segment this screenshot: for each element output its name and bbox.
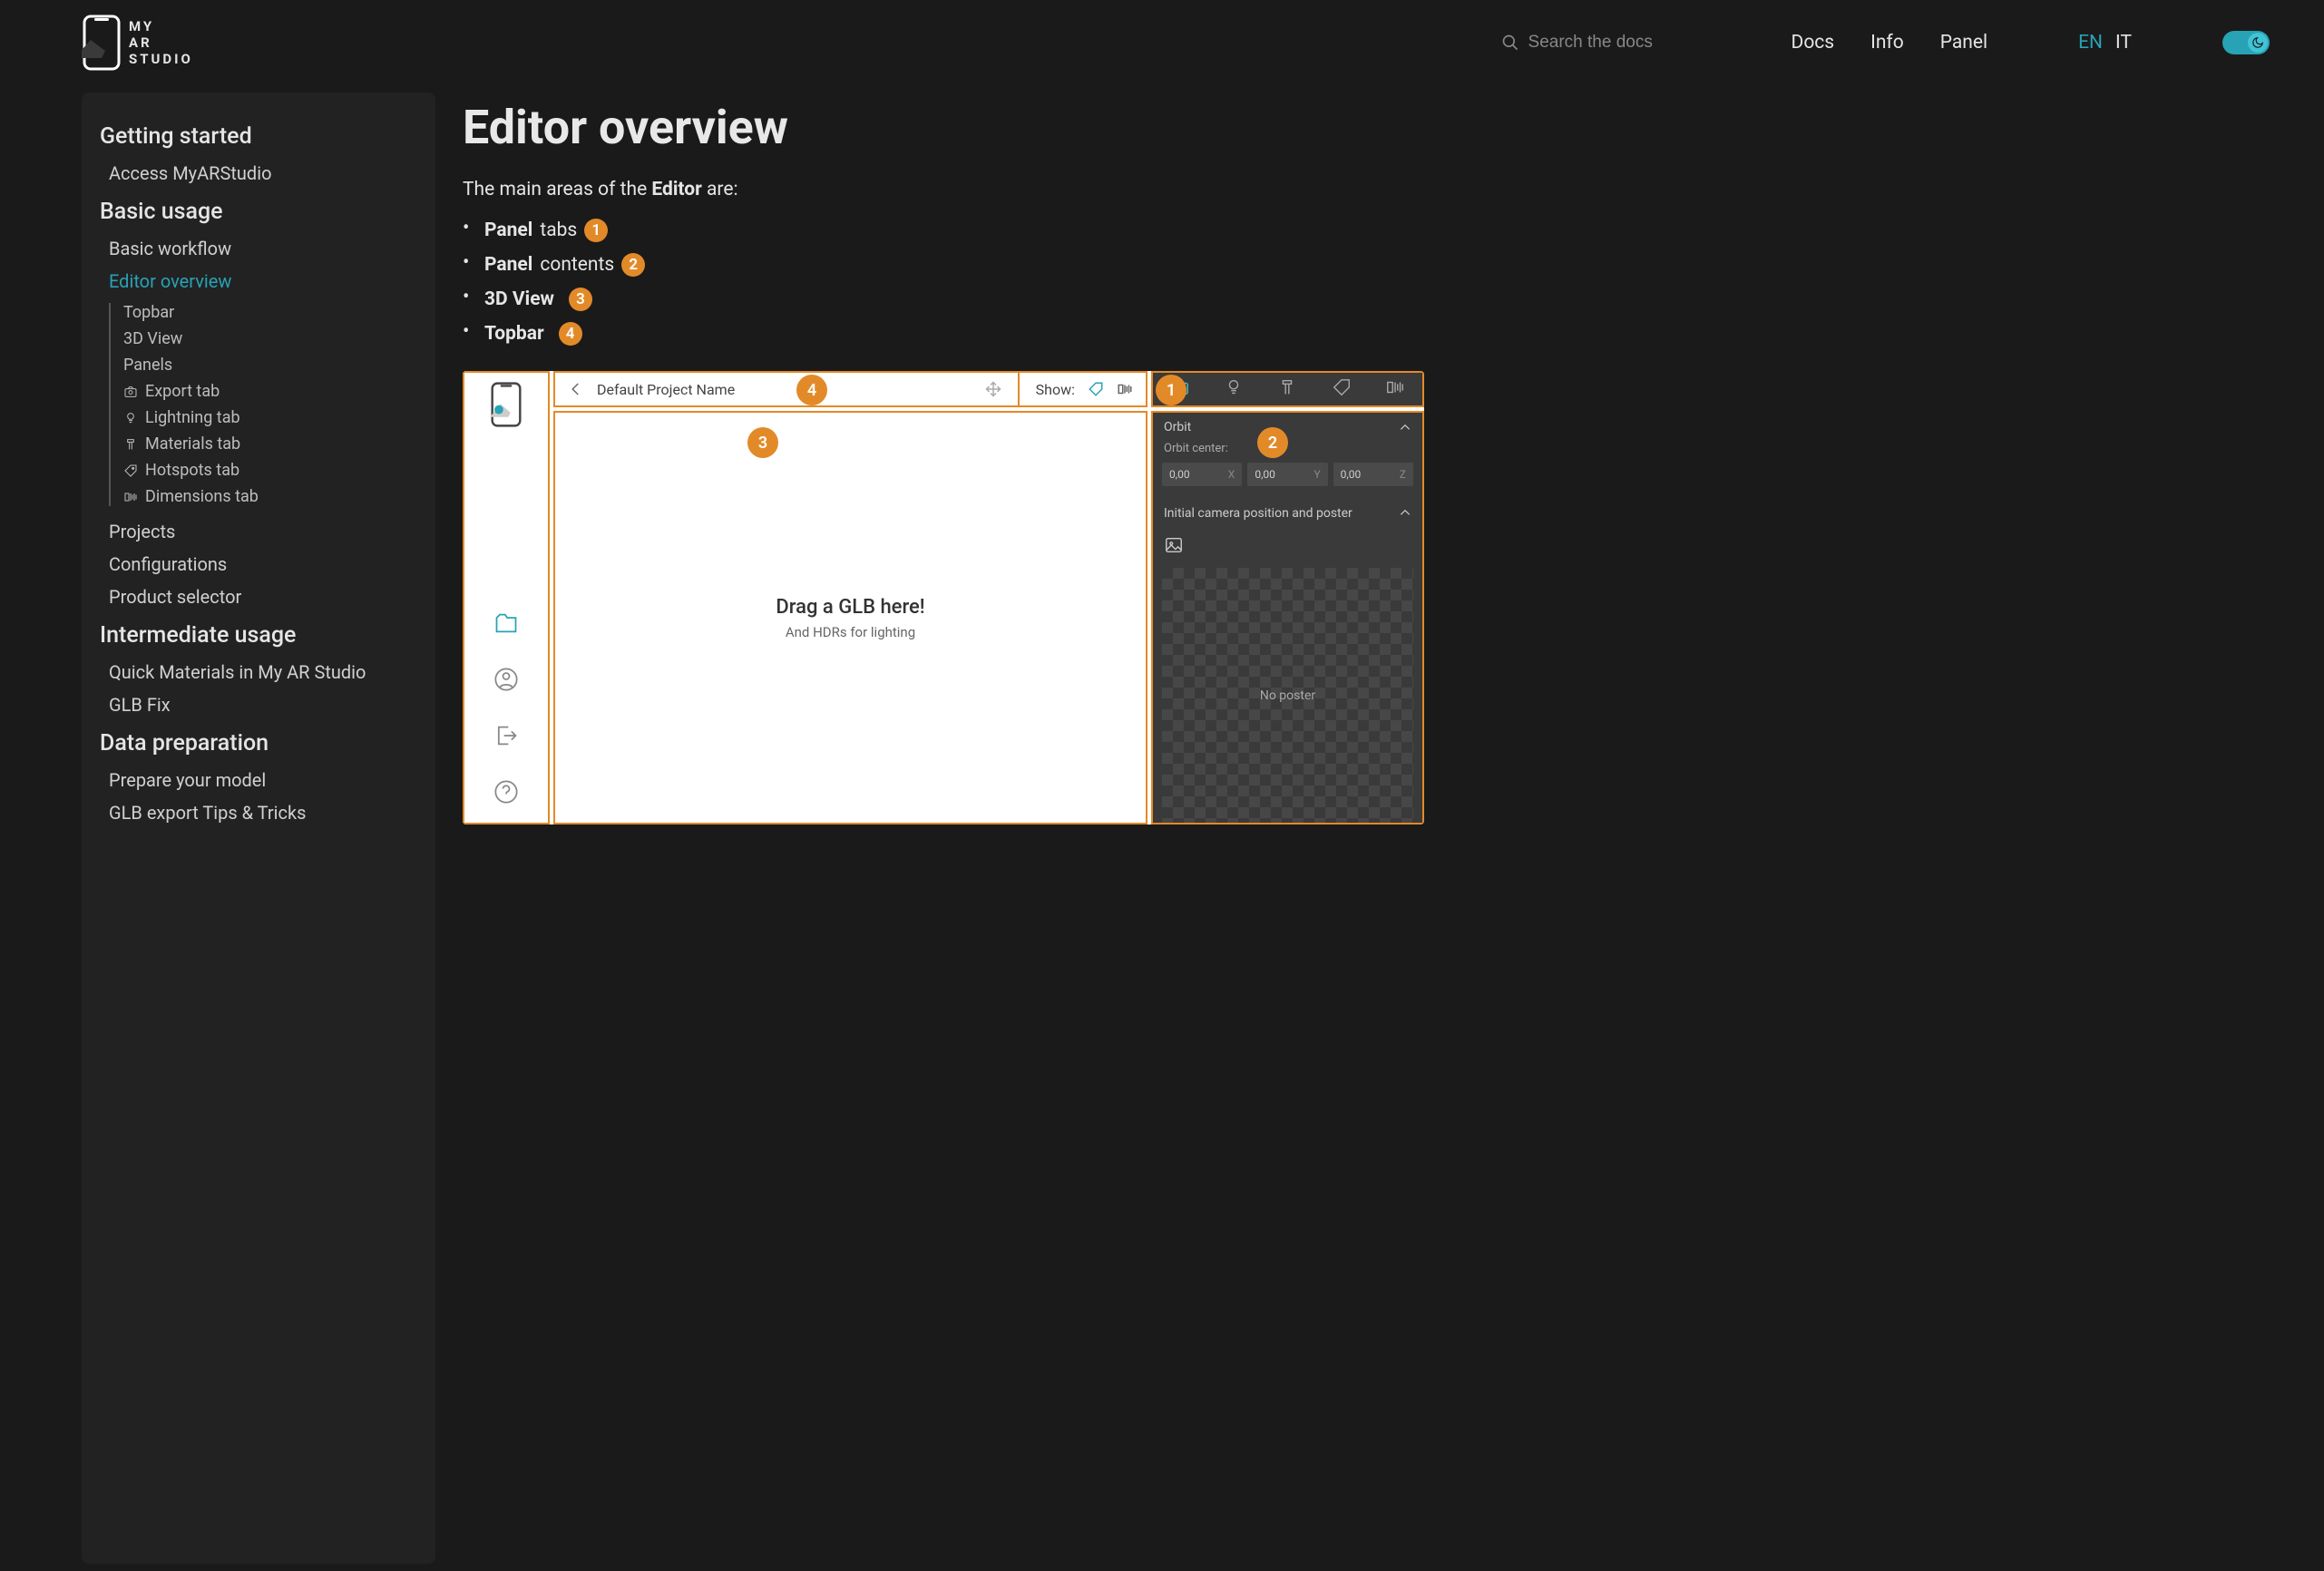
mock-3d-view: Drag a GLB here! And HDRs for lighting (553, 411, 1147, 825)
mock-logo-icon (490, 382, 522, 431)
sidebar-item-prepare-model[interactable]: Prepare your model (100, 764, 417, 796)
mock-orbit-header: Orbit (1153, 413, 1422, 442)
mock-drag-text: Drag a GLB here! (776, 596, 924, 619)
search-input[interactable] (1528, 33, 1710, 53)
badge-2: 2 (621, 253, 645, 277)
ruler-icon (1117, 381, 1133, 397)
theme-toggle[interactable] (2222, 31, 2270, 54)
brush-icon (123, 437, 138, 452)
mock-topbar: Default Project Name Show: (553, 371, 1147, 407)
help-icon (493, 779, 519, 805)
badge-1: 1 (584, 219, 608, 242)
search[interactable] (1501, 33, 1710, 53)
sidebar-item-editor-overview[interactable]: Editor overview (100, 265, 417, 298)
mock-field-x: 0,00X (1162, 463, 1242, 486)
sidebar-sub-panels[interactable]: Panels (123, 356, 417, 375)
sidebar-sub-dimensions[interactable]: Dimensions tab (123, 487, 417, 506)
camera-icon (123, 385, 138, 399)
sidebar-sub-3dview[interactable]: 3D View (123, 329, 417, 348)
mock-drag-subtext: And HDRs for lighting (786, 624, 915, 640)
nav-docs[interactable]: Docs (1792, 32, 1835, 54)
sidebar-item-glb-tips[interactable]: GLB export Tips & Tricks (100, 796, 417, 829)
sidebar-item-configurations[interactable]: Configurations (100, 548, 417, 581)
chevron-up-icon (1399, 506, 1411, 519)
sidebar-sub-hotspots[interactable]: Hotspots tab (123, 461, 417, 480)
sidebar-sub-export[interactable]: Export tab (123, 382, 417, 401)
app-topbar: MY AR STUDIO Docs Info Panel EN IT (0, 0, 2324, 85)
sidebar-item-projects[interactable]: Projects (100, 515, 417, 548)
chevron-left-icon (568, 381, 584, 397)
bulb-icon (123, 411, 138, 425)
sidebar-sub-lightning[interactable]: Lightning tab (123, 408, 417, 427)
sidebar-item-access[interactable]: Access MyARStudio (100, 157, 417, 190)
lang-it[interactable]: IT (2115, 32, 2132, 54)
sidebar-sub-materials[interactable]: Materials tab (123, 434, 417, 454)
logo-icon (82, 15, 122, 71)
mock-project-name: Default Project Name (597, 381, 972, 398)
language-switch: EN IT (2078, 32, 2132, 54)
sidebar-section-basic[interactable]: Basic usage (100, 199, 417, 225)
marker-4: 4 (796, 375, 827, 405)
logo[interactable]: MY AR STUDIO (82, 15, 193, 71)
marker-1: 1 (1156, 375, 1186, 405)
sidebar-item-quick-materials[interactable]: Quick Materials in My AR Studio (100, 656, 417, 688)
badge-4: 4 (559, 322, 582, 346)
search-icon (1501, 34, 1519, 52)
sidebar-section-getting-started[interactable]: Getting started (100, 123, 417, 150)
tag-icon (1332, 377, 1352, 401)
image-icon (1164, 535, 1411, 559)
marker-3: 3 (747, 427, 778, 458)
folder-icon (493, 610, 519, 636)
mock-poster-area: No poster (1162, 568, 1413, 823)
list-item: 3D View 3 (463, 282, 1424, 317)
lang-en[interactable]: EN (2078, 32, 2103, 54)
page-title: Editor overview (463, 100, 1424, 155)
page-intro: The main areas of the Editor are: (463, 179, 1424, 200)
sidebar: Getting started Access MyARStudio Basic … (82, 93, 435, 1564)
mock-camera-header: Initial camera position and poster (1153, 497, 1422, 530)
chevron-up-icon (1399, 421, 1411, 434)
mock-field-y: 0,00Y (1247, 463, 1327, 486)
mock-panel-contents: Orbit Orbit center: 0,00X 0,00Y 0,00Z In… (1151, 411, 1424, 825)
move-icon (985, 381, 1001, 397)
user-icon (493, 667, 519, 692)
sidebar-section-intermediate[interactable]: Intermediate usage (100, 622, 417, 649)
top-nav: Docs Info Panel (1792, 32, 1988, 54)
sidebar-section-data-prep[interactable]: Data preparation (100, 730, 417, 756)
main-content: Editor overview The main areas of the Ed… (463, 93, 1424, 1564)
logout-icon (493, 723, 519, 748)
mock-left-rail (463, 371, 550, 825)
tag-icon (1088, 381, 1104, 397)
brush-icon (1277, 377, 1297, 401)
marker-2: 2 (1257, 427, 1288, 458)
page-list: Panel tabs 1 Panel contents 2 3D View 3 … (463, 213, 1424, 351)
moon-icon (2248, 33, 2268, 53)
sidebar-sub-topbar[interactable]: Topbar (123, 303, 417, 322)
tag-icon (123, 463, 138, 478)
bulb-icon (1224, 377, 1244, 401)
ruler-icon (1385, 377, 1405, 401)
mock-panel-tabs (1151, 371, 1424, 407)
sidebar-item-product-selector[interactable]: Product selector (100, 581, 417, 613)
nav-info[interactable]: Info (1870, 32, 1904, 54)
ruler-icon (123, 490, 138, 504)
badge-3: 3 (569, 288, 592, 311)
logo-text: MY AR STUDIO (129, 18, 193, 67)
editor-screenshot: Default Project Name Show: Drag a GLB he… (463, 371, 1424, 825)
mock-field-z: 0,00Z (1333, 463, 1413, 486)
sidebar-item-workflow[interactable]: Basic workflow (100, 232, 417, 265)
list-item: Panel contents 2 (463, 248, 1424, 282)
list-item: Panel tabs 1 (463, 213, 1424, 248)
sidebar-item-glb-fix[interactable]: GLB Fix (100, 688, 417, 721)
nav-panel[interactable]: Panel (1940, 32, 1987, 54)
list-item: Topbar 4 (463, 317, 1424, 351)
mock-show-label: Show: (1036, 381, 1075, 398)
